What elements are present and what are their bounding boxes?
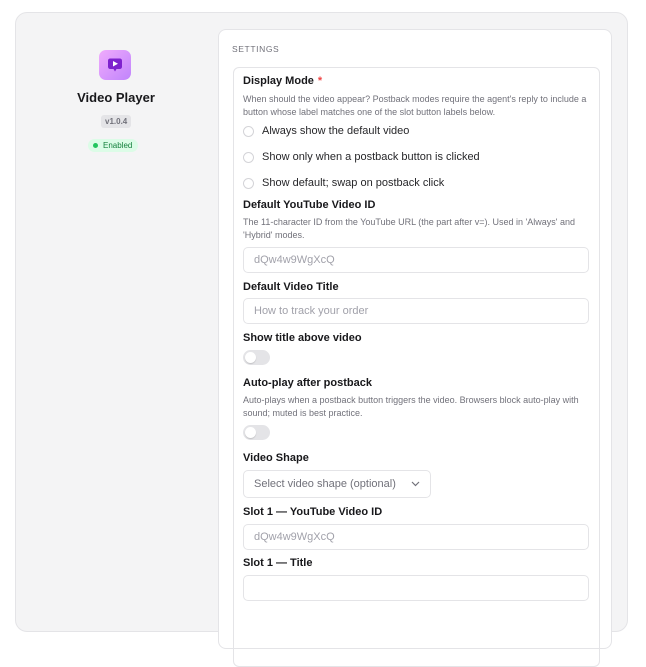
status-label: Enabled: [103, 141, 133, 150]
radio-circle-icon[interactable]: [243, 151, 254, 163]
status-badge: Enabled: [88, 139, 139, 152]
video-shape-placeholder: Select video shape (optional): [254, 478, 396, 490]
slot1-title-input[interactable]: [243, 575, 589, 601]
required-mark: *: [317, 75, 323, 87]
autoplay-label: Auto-play after postback: [243, 377, 372, 389]
toggle-knob: [245, 427, 256, 438]
display-mode-label: Display Mode *: [243, 75, 322, 87]
section-title: SETTINGS: [232, 44, 280, 54]
default-video-title-input[interactable]: [243, 298, 589, 324]
show-title-label: Show title above video: [243, 332, 362, 344]
default-video-id-label: Default YouTube Video ID: [243, 199, 376, 211]
slot1-title-label: Slot 1 — Title: [243, 557, 313, 569]
radio-option-hybrid[interactable]: Show default; swap on postback click: [243, 177, 444, 189]
settings-fields: Display Mode * When should the video appe…: [233, 67, 600, 667]
chevron-down-icon: [411, 478, 420, 490]
radio-option-label: Always show the default video: [262, 125, 410, 137]
status-dot-icon: [93, 143, 98, 148]
display-mode-help: When should the video appear? Postback m…: [243, 94, 587, 117]
radio-option-always[interactable]: Always show the default video: [243, 125, 409, 137]
toggle-knob: [245, 352, 256, 363]
video-play-icon: [99, 50, 131, 80]
video-shape-select[interactable]: Select video shape (optional): [243, 470, 431, 498]
version-badge: v1.0.4: [101, 115, 132, 128]
radio-circle-icon[interactable]: [243, 125, 254, 137]
plugin-name: Video Player: [77, 90, 155, 105]
settings-card: SETTINGS Display Mode * When should the v…: [218, 29, 612, 667]
show-title-toggle[interactable]: [243, 350, 270, 365]
slot1-video-id-label: Slot 1 — YouTube Video ID: [243, 506, 383, 518]
autoplay-help: Auto-plays when a postback button trigge…: [243, 395, 579, 418]
video-shape-label: Video Shape: [243, 452, 309, 464]
default-video-id-help: The 11-character ID from the YouTube URL…: [243, 217, 576, 240]
display-mode-label-text: Display Mode: [243, 75, 314, 87]
default-video-id-input[interactable]: [243, 247, 589, 273]
radio-option-label: Show default; swap on postback click: [262, 177, 445, 189]
slot1-video-id-input[interactable]: [243, 524, 589, 550]
radio-circle-icon[interactable]: [243, 177, 254, 189]
autoplay-toggle[interactable]: [243, 425, 270, 440]
plugin-settings-panel: Video Player v1.0.4 Enabled SETTINGS Dis…: [15, 12, 628, 667]
radio-option-label: Show only when a postback button is clic…: [262, 151, 480, 163]
radio-option-postback[interactable]: Show only when a postback button is clic…: [243, 151, 480, 163]
default-video-title-label: Default Video Title: [243, 281, 339, 293]
